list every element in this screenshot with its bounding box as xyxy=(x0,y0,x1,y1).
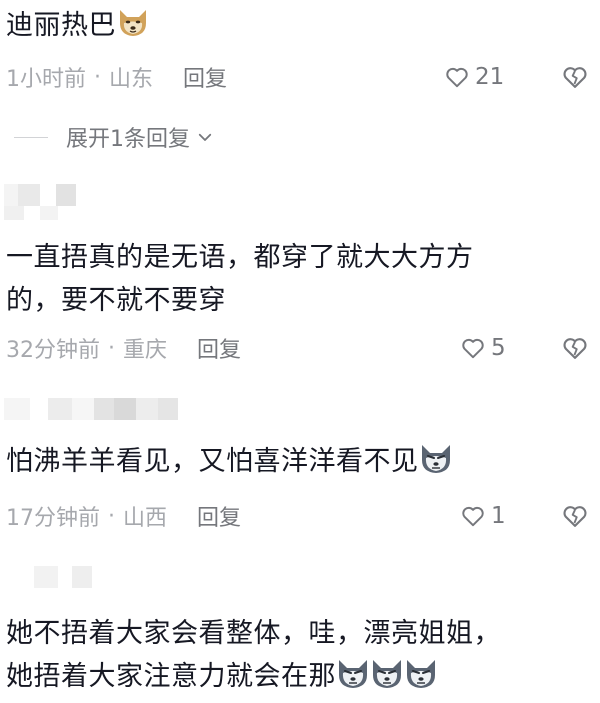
husky-face-emoji xyxy=(370,658,404,690)
comment-location: 重庆 xyxy=(123,338,168,363)
comment-location: 山西 xyxy=(123,506,168,531)
divider-line xyxy=(14,136,48,138)
comment-text: 迪丽热巴 xyxy=(6,4,150,48)
like-count: 21 xyxy=(475,64,505,90)
blurred-username xyxy=(4,398,178,420)
broken-heart-icon xyxy=(563,338,587,359)
meta-separator: · xyxy=(94,64,101,90)
broken-heart-icon xyxy=(563,506,587,527)
comment-time: 17分钟前 xyxy=(6,506,100,531)
broken-heart-icon xyxy=(563,67,587,88)
expand-replies-label: 展开1条回复 xyxy=(66,127,190,152)
comment-text: 她不捂着大家会看整体，哇，漂亮姐姐， xyxy=(6,618,501,649)
blurred-username-row2 xyxy=(4,206,58,220)
expand-replies-button[interactable]: 展开1条回复 xyxy=(14,120,214,154)
husky-face-emoji xyxy=(419,443,453,475)
husky-face-emoji xyxy=(404,658,438,690)
comment-list: 迪丽热巴 1小时前 · 山东 回复 21 展开1条回复 一直捂真的是无语，都穿了… xyxy=(0,0,600,703)
meta-separator: · xyxy=(108,335,115,361)
chevron-down-icon xyxy=(198,133,212,141)
dog-face-emoji xyxy=(116,7,150,39)
comment-text: 怕沸羊羊看见，又怕喜洋洋看不见 xyxy=(6,440,453,484)
reply-button[interactable]: 回复 xyxy=(183,61,227,93)
dislike-button[interactable] xyxy=(560,331,590,365)
comment-meta: 32分钟前 · 重庆 回复 xyxy=(6,331,241,365)
blurred-username xyxy=(4,566,92,588)
like-count: 5 xyxy=(491,335,506,361)
heart-icon xyxy=(462,338,484,359)
like-button[interactable]: 5 xyxy=(460,331,506,365)
reply-button[interactable]: 回复 xyxy=(197,500,241,532)
comment-text-line2: 她捂着大家注意力就会在那 xyxy=(6,655,438,699)
comment-meta: 17分钟前 · 山西 回复 xyxy=(6,499,241,533)
reply-button[interactable]: 回复 xyxy=(197,332,241,364)
heart-icon xyxy=(462,506,484,527)
heart-icon xyxy=(446,67,468,88)
like-button[interactable]: 21 xyxy=(444,60,504,94)
comment-text-line2: 的，要不就不要穿 xyxy=(6,285,226,316)
comment-time: 1小时前 xyxy=(6,67,86,92)
blurred-username xyxy=(4,184,76,206)
comment-text: 一直捂真的是无语，都穿了就大大方方 xyxy=(6,242,474,273)
husky-face-emoji xyxy=(336,658,370,690)
comment-location: 山东 xyxy=(109,67,154,92)
dislike-button[interactable] xyxy=(560,60,590,94)
comment-time: 32分钟前 xyxy=(6,338,100,363)
meta-separator: · xyxy=(108,503,115,529)
comment-meta: 1小时前 · 山东 回复 xyxy=(6,60,227,94)
dislike-button[interactable] xyxy=(560,499,590,533)
like-button[interactable]: 1 xyxy=(460,499,506,533)
like-count: 1 xyxy=(491,503,506,529)
